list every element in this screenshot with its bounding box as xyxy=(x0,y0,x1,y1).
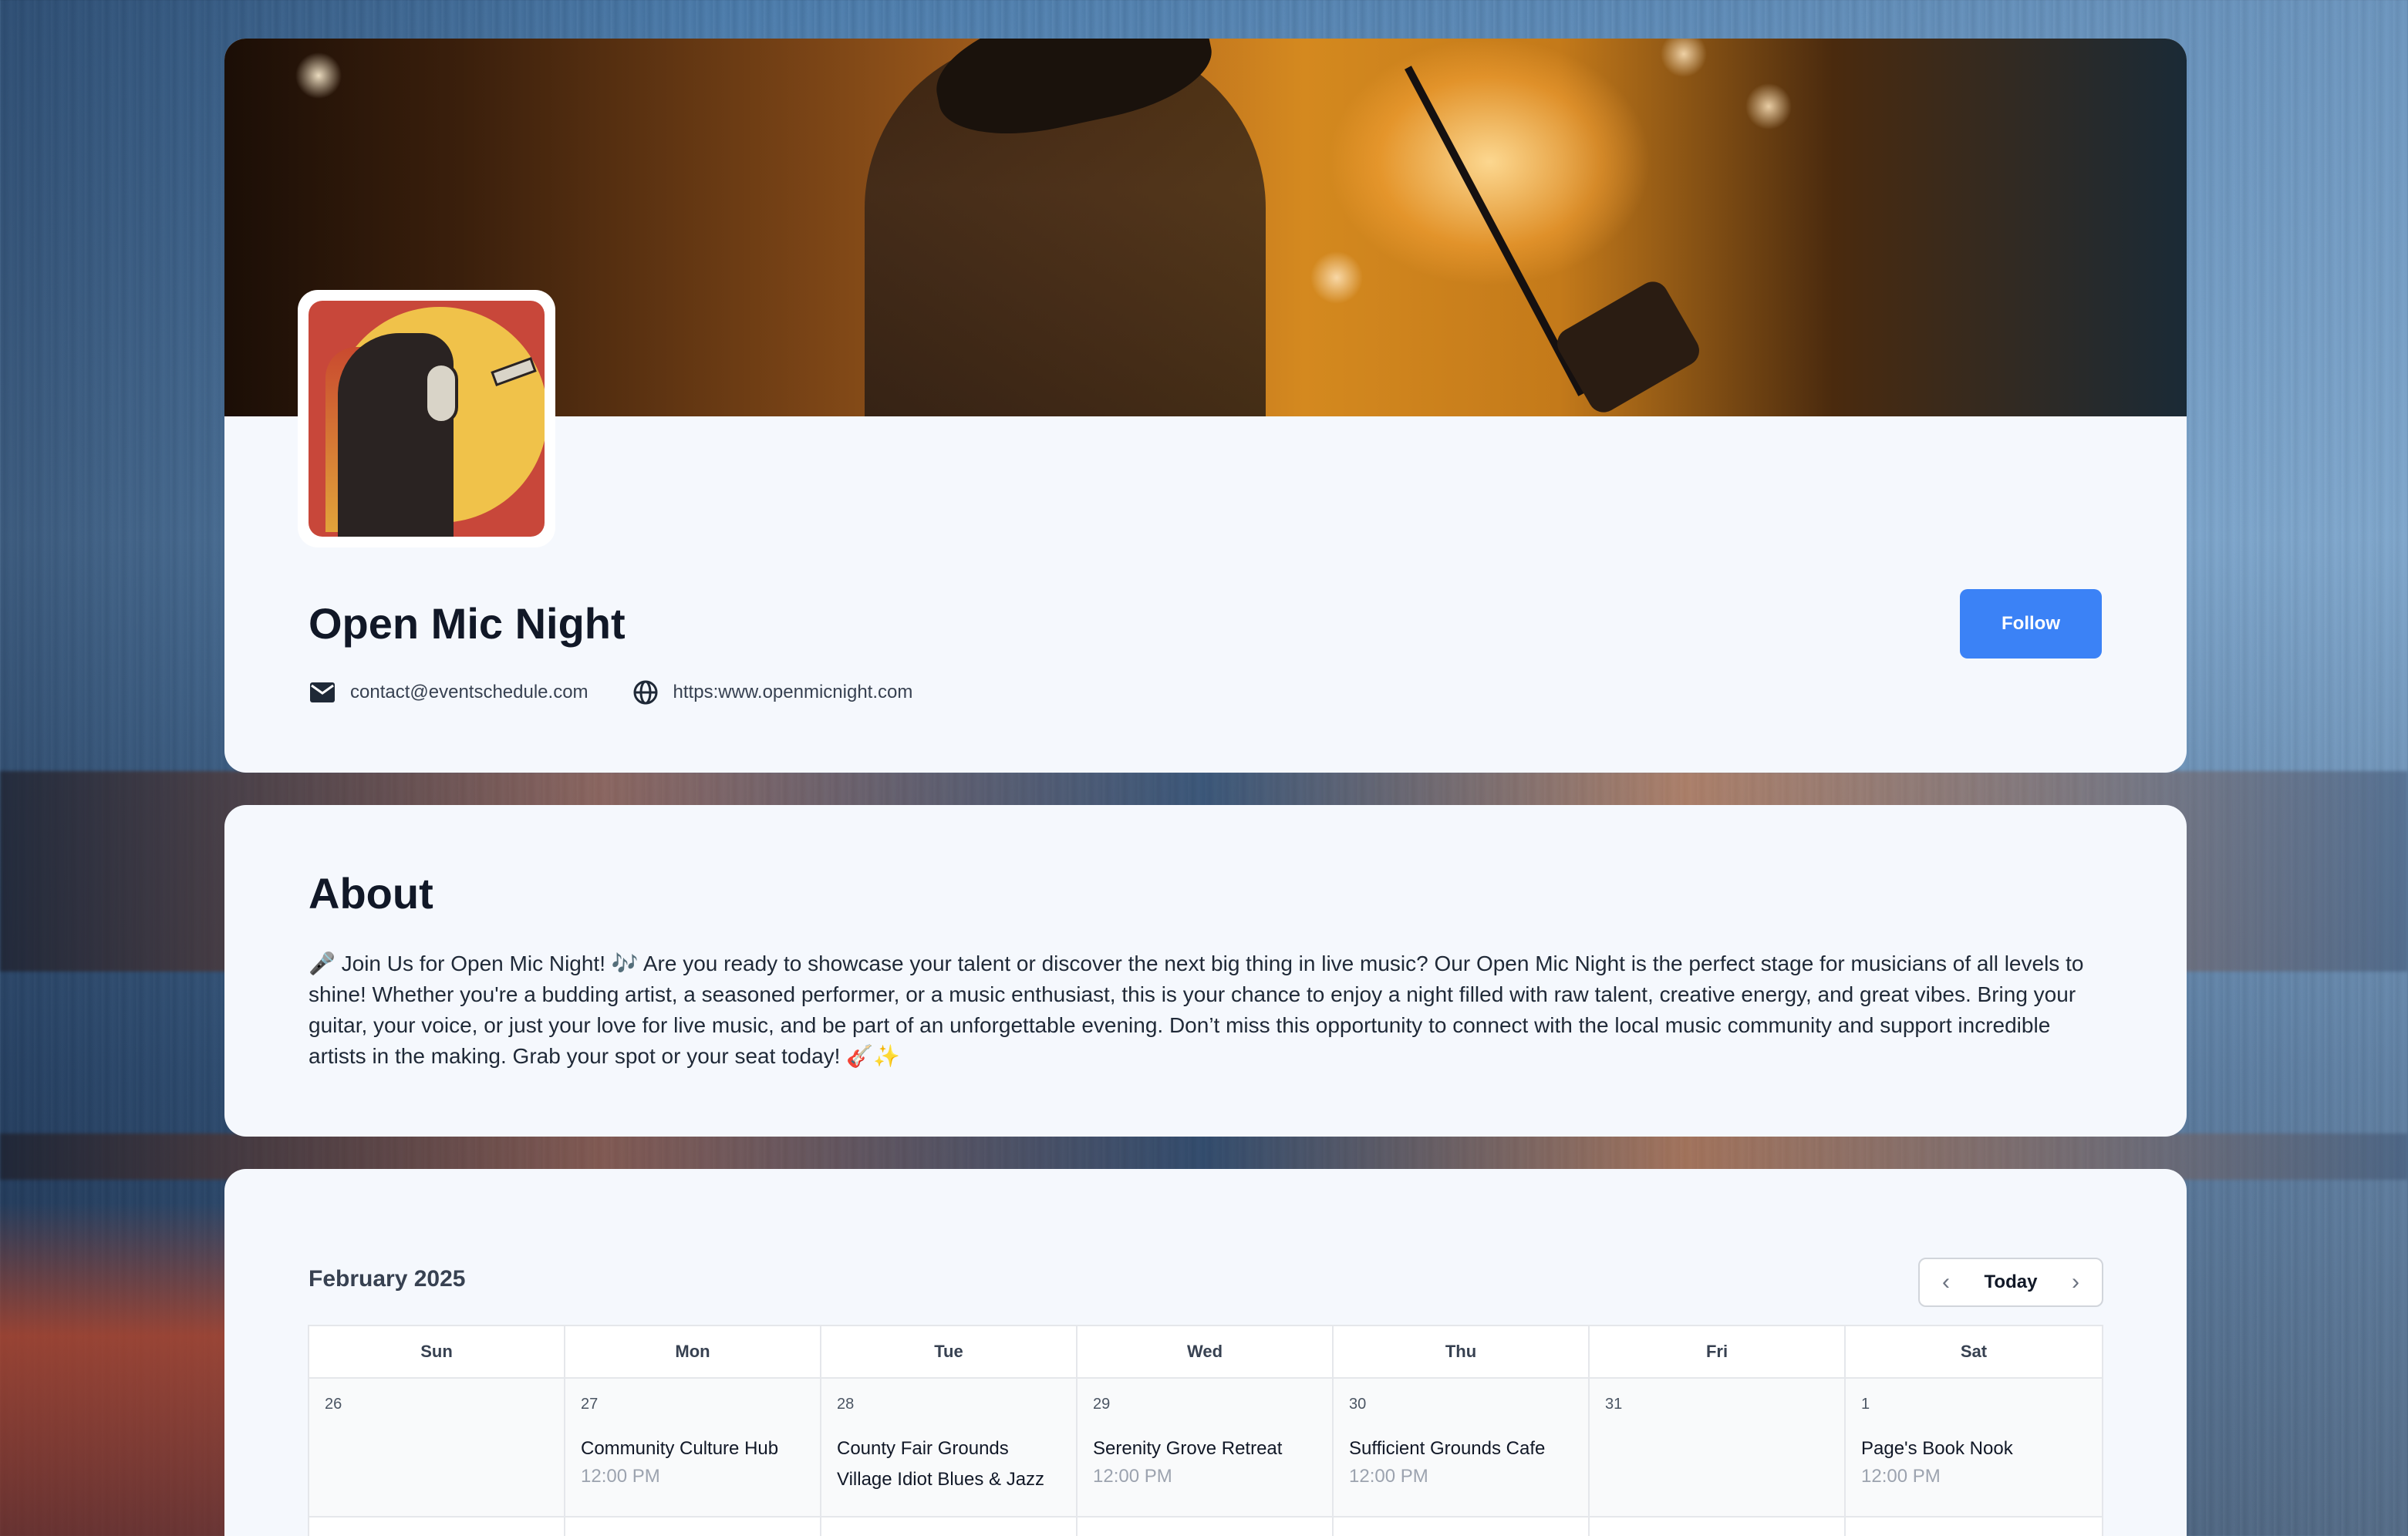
calendar-day-cell[interactable]: 26 xyxy=(309,1379,565,1517)
background-accent xyxy=(0,1203,231,1536)
about-description: 🎤 Join Us for Open Mic Night! 🎶 Are you … xyxy=(309,952,2084,1068)
profile-avatar-frame xyxy=(298,290,555,547)
calendar-day-cell[interactable] xyxy=(1078,1517,1334,1536)
avatar-microphone xyxy=(424,362,458,424)
calendar-day-cell[interactable] xyxy=(1334,1517,1590,1536)
weekday-header: Thu xyxy=(1334,1326,1590,1379)
avatar-mic-pole xyxy=(437,424,444,537)
profile-avatar xyxy=(309,301,545,537)
calendar-day-cell[interactable] xyxy=(821,1517,1078,1536)
profile-card: Open Mic Night Follow contact@eventsched… xyxy=(224,39,2187,773)
event-link[interactable]: County Fair Grounds xyxy=(837,1438,1061,1460)
weekday-header: Sat xyxy=(1846,1326,2102,1379)
about-heading: About xyxy=(309,869,433,918)
event-link[interactable]: Sufficient Grounds Cafe xyxy=(1349,1438,1573,1460)
calendar-day-cell[interactable]: 29 Serenity Grove Retreat 12:00 PM xyxy=(1078,1379,1334,1517)
day-number: 26 xyxy=(325,1396,342,1413)
event-link[interactable]: Page's Book Nook xyxy=(1861,1438,2086,1460)
weekday-header: Sun xyxy=(309,1326,565,1379)
page-title: Open Mic Night xyxy=(309,599,626,648)
calendar-day-cell[interactable]: 1 Page's Book Nook 12:00 PM xyxy=(1846,1379,2102,1517)
chevron-left-icon[interactable]: ‹ xyxy=(1937,1271,1955,1294)
calendar-day-cell[interactable] xyxy=(1590,1517,1846,1536)
event-time: 12:00 PM xyxy=(1349,1466,1428,1487)
email-text: contact@eventschedule.com xyxy=(350,682,589,702)
event-time: 12:00 PM xyxy=(1861,1466,1941,1487)
calendar-month-label: February 2025 xyxy=(309,1266,466,1292)
calendar-day-cell[interactable]: 28 County Fair Grounds Village Idiot Blu… xyxy=(821,1379,1078,1517)
event-link[interactable]: Community Culture Hub xyxy=(581,1438,804,1460)
website-text: https:www.openmicnight.com xyxy=(673,682,913,702)
website-link[interactable]: https:www.openmicnight.com xyxy=(632,679,913,706)
weekday-header: Tue xyxy=(821,1326,1078,1379)
calendar-day-cell[interactable]: 27 Community Culture Hub 12:00 PM xyxy=(565,1379,821,1517)
calendar-day-cell[interactable] xyxy=(1846,1517,2102,1536)
chevron-right-icon[interactable]: › xyxy=(2066,1271,2085,1294)
day-number: 28 xyxy=(837,1396,855,1413)
weekday-header: Wed xyxy=(1078,1326,1334,1379)
calendar-card: February 2025 ‹ Today › Sun Mon Tue Wed … xyxy=(224,1169,2187,1536)
weekday-header: Fri xyxy=(1590,1326,1846,1379)
mail-icon xyxy=(309,679,336,706)
guitar-headstock xyxy=(1551,276,1705,418)
today-button[interactable]: Today xyxy=(1985,1272,2038,1293)
day-number: 30 xyxy=(1349,1396,1367,1413)
calendar-day-cell[interactable] xyxy=(309,1517,565,1536)
event-time: 12:00 PM xyxy=(1093,1466,1172,1487)
day-number: 27 xyxy=(581,1396,599,1413)
globe-icon xyxy=(632,679,659,706)
follow-button[interactable]: Follow xyxy=(1960,589,2102,659)
calendar-day-cell[interactable]: 30 Sufficient Grounds Cafe 12:00 PM xyxy=(1334,1379,1590,1517)
event-link[interactable]: Village Idiot Blues & Jazz xyxy=(837,1469,1061,1491)
day-number: 1 xyxy=(1861,1396,1870,1413)
event-link[interactable]: Serenity Grove Retreat xyxy=(1093,1438,1317,1460)
calendar-day-cell[interactable] xyxy=(565,1517,821,1536)
about-card: About 🎤 Join Us for Open Mic Night! 🎶 Ar… xyxy=(224,805,2187,1137)
email-link[interactable]: contact@eventschedule.com xyxy=(309,679,589,706)
calendar-nav: ‹ Today › xyxy=(1918,1258,2103,1307)
calendar-next-week-row xyxy=(308,1517,2103,1536)
weekday-header: Mon xyxy=(565,1326,821,1379)
calendar-day-cell[interactable]: 31 xyxy=(1590,1379,1846,1517)
calendar-grid: Sun Mon Tue Wed Thu Fri Sat 26 27 Commun… xyxy=(308,1325,2103,1519)
contact-row: contact@eventschedule.com https:www.open… xyxy=(309,679,956,706)
day-number: 29 xyxy=(1093,1396,1111,1413)
event-time: 12:00 PM xyxy=(581,1466,660,1487)
day-number: 31 xyxy=(1605,1396,1623,1413)
